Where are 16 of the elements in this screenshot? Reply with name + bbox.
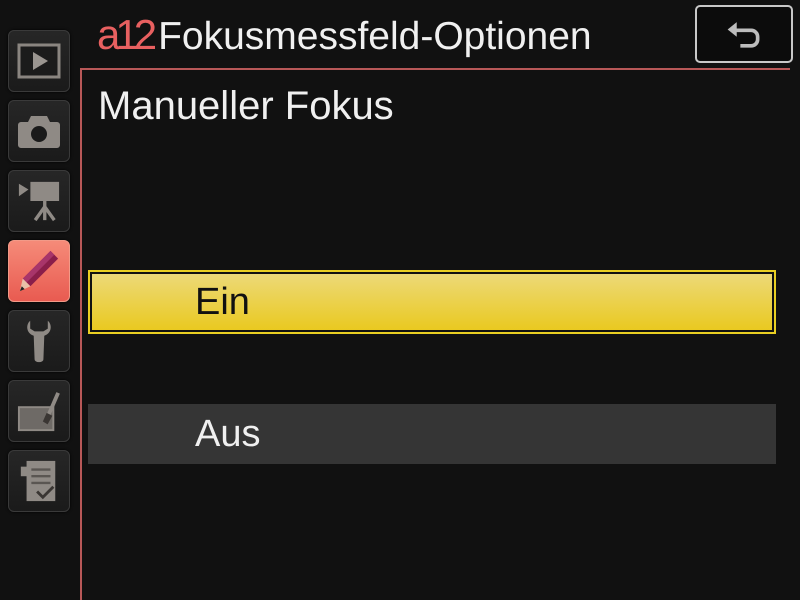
option-row[interactable]: Aus — [88, 404, 776, 464]
menu-title: Fokusmessfeld-Optionen — [158, 14, 592, 60]
movie-camera-icon — [17, 179, 61, 223]
menu-tab[interactable] — [8, 450, 70, 512]
menu-tab[interactable] — [8, 100, 70, 162]
menu-tab[interactable] — [8, 170, 70, 232]
pencil-icon — [17, 249, 61, 293]
option-row[interactable]: Ein — [88, 270, 776, 334]
menu-tab[interactable] — [8, 240, 70, 302]
menu-tab[interactable] — [8, 310, 70, 372]
setting-heading: Manueller Fokus — [98, 83, 395, 130]
back-button[interactable] — [695, 5, 793, 63]
menu-tab[interactable] — [8, 380, 70, 442]
brush-canvas-icon — [17, 389, 61, 433]
menu-code: a12 — [97, 11, 152, 59]
menu-tab[interactable] — [8, 30, 70, 92]
